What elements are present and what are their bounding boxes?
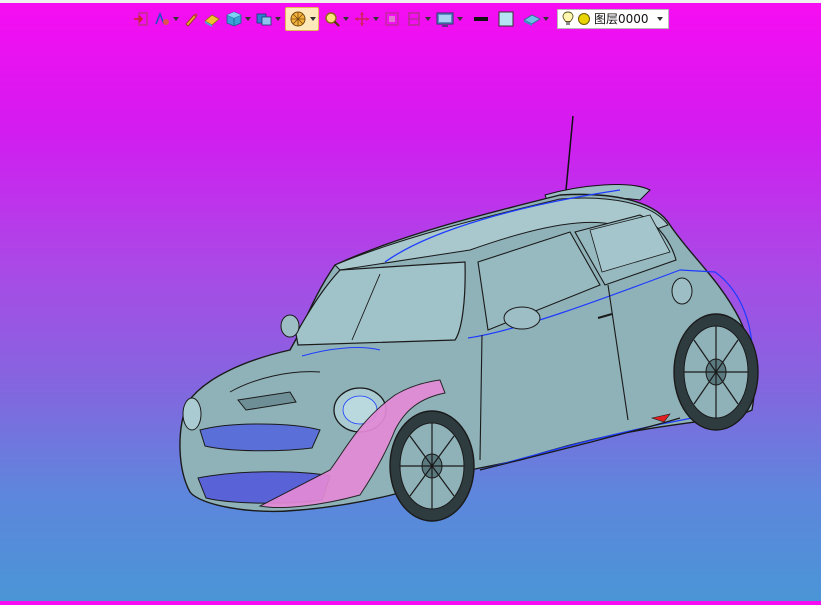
render-style-button[interactable] [255,8,281,30]
render-style-icon [256,13,272,25]
eraser-icon [204,14,220,27]
chevron-down-icon[interactable] [245,16,251,21]
layer-material-icon [523,14,541,26]
fill-color-button[interactable] [497,8,515,30]
line-color-swatch [474,16,488,21]
chevron-down-icon[interactable] [173,16,179,21]
fit-view-icon [385,11,399,26]
constraint-button[interactable] [153,8,179,30]
line-color-button[interactable] [473,8,489,30]
layer-material-button[interactable] [523,8,549,30]
chevron-down-icon[interactable] [457,16,463,21]
exit-sketch-icon [134,11,148,26]
chevron-down-icon[interactable] [543,16,549,21]
pen-icon [185,12,198,27]
wireframe-shading-button[interactable] [285,6,319,31]
main-toolbar: 图层0000 [133,6,669,31]
chevron-down-icon[interactable] [373,16,379,21]
pen-button[interactable] [183,8,199,30]
layer-name: 图层0000 [594,12,649,26]
chevron-down-icon[interactable] [425,16,431,21]
pan-button[interactable] [353,8,379,30]
exit-sketch-button[interactable] [133,8,149,30]
3d-viewport[interactable] [0,32,821,601]
layer-color-icon[interactable] [577,12,591,26]
view-cube-icon [226,11,242,26]
chevron-down-icon[interactable] [275,16,281,21]
constraint-icon [155,11,169,25]
fit-view-button[interactable] [383,8,401,30]
chevron-down-icon[interactable] [343,16,349,21]
view-cube-button[interactable] [225,8,251,30]
section-view-icon [408,11,420,26]
pan-icon [355,11,369,26]
zoom-icon [325,11,340,27]
display-settings-button[interactable] [435,8,463,30]
chevron-down-icon[interactable] [310,16,316,21]
layer-select[interactable]: 图层0000 [557,8,669,29]
fill-color-swatch [498,11,514,26]
zoom-button[interactable] [323,8,349,30]
chevron-down-icon[interactable] [657,16,663,21]
antenna [565,115,574,191]
display-settings-icon [436,12,454,27]
car-model[interactable] [0,32,821,601]
lightbulb-icon[interactable] [562,11,574,26]
eraser-button[interactable] [203,8,221,30]
section-view-button[interactable] [405,8,431,30]
wireframe-shading-icon [290,11,306,26]
title-strip [0,0,821,3]
